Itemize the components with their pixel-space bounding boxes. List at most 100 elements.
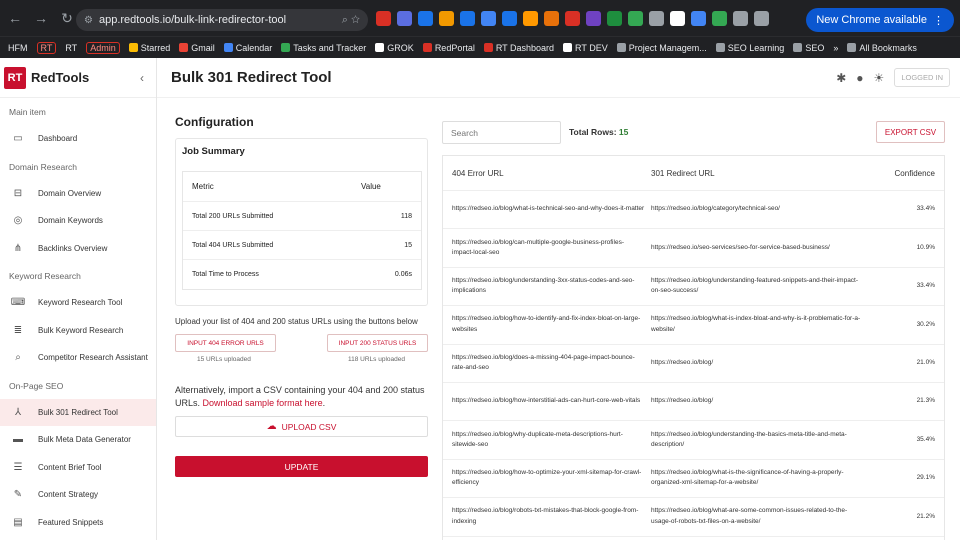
- list-icon: ≣: [13, 324, 23, 336]
- back-icon[interactable]: ←: [4, 7, 26, 29]
- sidebar-item[interactable]: ≣ Bulk Keyword Research: [0, 317, 156, 345]
- error-url-cell: https://redseo.io/blog/why-duplicate-met…: [452, 430, 623, 449]
- job-summary-row: Total 200 URLs Submitted 118: [183, 202, 421, 231]
- col-301-url[interactable]: 301 Redirect URL: [651, 169, 869, 178]
- extension-icon[interactable]: [712, 11, 727, 26]
- extension-icon[interactable]: [397, 11, 412, 26]
- bookmark-item[interactable]: Admin: [86, 41, 120, 54]
- theme-toggle-icon[interactable]: ☀: [874, 71, 885, 85]
- bookmark-item[interactable]: RedPortal: [422, 42, 475, 53]
- bookmark-label: Gmail: [191, 42, 215, 53]
- sidebar-item[interactable]: ⌨ Keyword Research Tool: [0, 289, 156, 317]
- sidebar-nav: Main item ▭ Dashboard Domain Research ⊟ Domai…: [0, 98, 156, 536]
- sidebar-item[interactable]: ▭ Dashboard: [0, 125, 156, 153]
- logged-in-button[interactable]: LOGGED IN: [894, 68, 950, 87]
- sidebar-item[interactable]: ◎ Domain Keywords: [0, 207, 156, 235]
- bookmark-label: Tasks and Tracker: [293, 42, 367, 53]
- bookmark-item[interactable]: »: [833, 43, 838, 53]
- job-summary-title: Job Summary: [182, 146, 245, 157]
- export-csv-button[interactable]: EXPORT CSV: [876, 121, 945, 143]
- extension-icon[interactable]: [607, 11, 622, 26]
- extension-icon[interactable]: [418, 11, 433, 26]
- extension-puzzle-icon[interactable]: ✱: [836, 71, 846, 85]
- uploaded-404-count: 15 URLs uploaded: [197, 356, 251, 363]
- sidebar-item[interactable]: ▤ Featured Snippets: [0, 509, 156, 537]
- sidebar-item[interactable]: ⅄ Bulk 301 Redirect Tool: [0, 398, 156, 426]
- bookmark-item[interactable]: Starred: [128, 42, 170, 53]
- reload-icon[interactable]: ↻: [56, 7, 78, 29]
- cloud-upload-icon: ☁: [266, 421, 277, 432]
- logo: RT: [4, 66, 26, 89]
- sidebar-item[interactable]: ☰ Content Brief Tool: [0, 454, 156, 482]
- metric-header: Metric: [192, 182, 214, 191]
- download-sample-link[interactable]: Download sample format here: [203, 398, 323, 408]
- extension-icon[interactable]: [523, 11, 538, 26]
- bookmark-item[interactable]: RT Dashboard: [483, 42, 554, 53]
- collapse-sidebar-icon[interactable]: ‹: [140, 71, 144, 85]
- update-button[interactable]: UPDATE: [175, 456, 428, 477]
- redirect-url-cell: https://redseo.io/blog/: [651, 359, 714, 366]
- col-404-url[interactable]: 404 Error URL: [443, 169, 651, 178]
- input-404-button[interactable]: INPUT 404 ERROR URLS: [175, 334, 276, 352]
- extension-icon[interactable]: [628, 11, 643, 26]
- bookmark-item[interactable]: RT: [36, 41, 57, 54]
- bookmark-item[interactable]: RT: [65, 43, 77, 53]
- bookmark-item[interactable]: SEO: [793, 42, 824, 53]
- extension-icon[interactable]: [544, 11, 559, 26]
- extension-icon[interactable]: [649, 11, 664, 26]
- total-rows-label: Total Rows:: [569, 127, 617, 137]
- total-rows: Total Rows: 15: [569, 127, 628, 137]
- confidence-cell: 10.9%: [916, 243, 935, 251]
- input-200-button[interactable]: INPUT 200 STATUS URLS: [327, 334, 428, 352]
- extension-icon[interactable]: [502, 11, 517, 26]
- table-row: https://redseo.io/blog/how-to-identify-a…: [443, 306, 944, 345]
- sidebar-item[interactable]: ▬ Bulk Meta Data Generator: [0, 426, 156, 454]
- bookmark-item[interactable]: Gmail: [179, 42, 215, 53]
- sidebar-item[interactable]: ⋔ Backlinks Overview: [0, 235, 156, 263]
- extension-icon[interactable]: [376, 11, 391, 26]
- account-icon[interactable]: ●: [856, 71, 863, 85]
- bookmark-item[interactable]: All Bookmarks: [847, 42, 917, 53]
- sidebar-item[interactable]: ⊟ Domain Overview: [0, 180, 156, 208]
- sidebar-item[interactable]: ⌕ Competitor Research Assistant: [0, 344, 156, 372]
- bookmark-item[interactable]: SEO Learning: [715, 42, 784, 53]
- extension-icon[interactable]: [481, 11, 496, 26]
- extension-icon[interactable]: [754, 11, 769, 26]
- bookmark-icon: [793, 42, 803, 52]
- col-confidence[interactable]: Confidence: [869, 169, 944, 178]
- address-bar[interactable]: ⚙ app.redtools.io/bulk-link-redirector-t…: [76, 9, 368, 31]
- job-summary-row: Total 404 URLs Submitted 15: [183, 231, 421, 260]
- redirect-url-cell: https://redseo.io/blog/understanding-fea…: [651, 276, 859, 295]
- job-summary-header: Metric Value: [183, 172, 421, 202]
- extension-icon[interactable]: [565, 11, 580, 26]
- bookmark-item[interactable]: HFM: [8, 43, 28, 53]
- bookmark-star-icon[interactable]: ⌕ ☆: [342, 14, 360, 27]
- sidebar-item[interactable]: ✎ Content Strategy: [0, 481, 156, 509]
- csv-import-text: Alternatively, import a CSV containing y…: [175, 385, 425, 408]
- menu-kebab-icon: ⋮: [933, 14, 944, 27]
- bookmark-icon: [483, 42, 493, 52]
- forward-icon[interactable]: →: [30, 7, 52, 29]
- confidence-cell: 33.4%: [916, 282, 935, 290]
- site-info-icon[interactable]: ⚙: [84, 15, 93, 26]
- bookmark-item[interactable]: GROK: [375, 42, 414, 53]
- error-url-cell: https://redseo.io/blog/how-to-optimize-y…: [452, 468, 642, 487]
- bookmark-item[interactable]: Tasks and Tracker: [281, 42, 367, 53]
- extension-icon[interactable]: [460, 11, 475, 26]
- extension-icon[interactable]: [670, 11, 685, 26]
- extension-icon[interactable]: [733, 11, 748, 26]
- bookmark-item[interactable]: Project Managem...: [616, 42, 707, 53]
- extension-icon[interactable]: [586, 11, 601, 26]
- sidebar-item-label: Bulk 301 Redirect Tool: [38, 407, 118, 417]
- sidebar-item-label: Domain Overview: [38, 188, 102, 198]
- search-input[interactable]: [442, 121, 561, 144]
- error-url-cell: https://redseo.io/blog/can-multiple-goog…: [452, 238, 624, 257]
- bookmark-item[interactable]: RT DEV: [563, 42, 608, 53]
- confidence-cell: 21.2%: [916, 512, 935, 520]
- bookmark-item[interactable]: Calendar: [223, 42, 272, 53]
- upload-csv-button[interactable]: ☁ UPLOAD CSV: [175, 416, 428, 437]
- extension-icon[interactable]: [439, 11, 454, 26]
- url-text: app.redtools.io/bulk-link-redirector-too…: [98, 14, 287, 26]
- chrome-update-button[interactable]: New Chrome available ⋮: [806, 8, 954, 32]
- extension-icon[interactable]: [691, 11, 706, 26]
